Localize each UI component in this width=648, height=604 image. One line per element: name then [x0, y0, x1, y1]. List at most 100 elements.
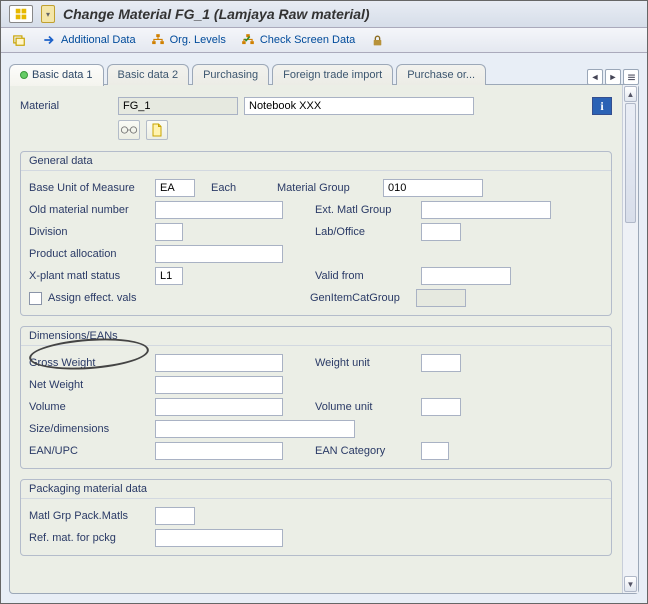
oldmat-field[interactable] [155, 201, 283, 219]
new-window-icon [11, 32, 27, 48]
material-label: Material [20, 100, 112, 112]
gross-label: Gross Weight [29, 357, 149, 369]
eancat-field[interactable] [421, 442, 449, 460]
material-description-field[interactable] [244, 97, 474, 115]
buom-label: Base Unit of Measure [29, 182, 149, 194]
division-label: Division [29, 226, 149, 238]
scroll-content: Material i General data [10, 85, 622, 593]
check-screen-button[interactable]: Check Screen Data [240, 32, 355, 48]
titlebar-dropdown-icon[interactable]: ▾ [41, 5, 55, 23]
packaging-group: Packaging material data Matl Grp Pack.Ma… [20, 479, 612, 556]
sap-window: ▾ Change Material FG_1 (Lamjaya Raw mate… [0, 0, 648, 604]
extmat-field[interactable] [421, 201, 551, 219]
check-screen-label: Check Screen Data [260, 34, 355, 46]
xplant-label: X-plant matl status [29, 270, 149, 282]
refmat-label: Ref. mat. for pckg [29, 532, 149, 544]
tab-purchasing[interactable]: Purchasing [192, 64, 269, 85]
general-data-title: General data [21, 152, 611, 171]
material-field[interactable] [118, 97, 238, 115]
packaging-title: Packaging material data [21, 480, 611, 499]
additional-data-button[interactable]: Additional Data [41, 32, 136, 48]
lock-button[interactable] [369, 32, 385, 48]
org-levels-label: Org. Levels [170, 34, 226, 46]
tab-scroll-left-button[interactable]: ◄ [587, 69, 603, 85]
vunit-field[interactable] [421, 398, 461, 416]
titlebar: ▾ Change Material FG_1 (Lamjaya Raw mate… [1, 1, 647, 28]
scroll-down-button[interactable]: ▼ [624, 576, 637, 592]
tab-basic-data-1[interactable]: Basic data 1 [9, 64, 104, 86]
check-screen-icon [240, 32, 256, 48]
ean-field[interactable] [155, 442, 283, 460]
content-area: Basic data 1 Basic data 2 Purchasing For… [1, 53, 647, 603]
document-button[interactable] [146, 120, 168, 140]
additional-data-label: Additional Data [61, 34, 136, 46]
material-header-row: Material i [20, 95, 612, 117]
tab-label: Purchasing [203, 69, 258, 81]
vertical-scrollbar[interactable]: ▲ ▼ [622, 85, 638, 593]
buom-text: Each [211, 182, 271, 194]
org-levels-button[interactable]: Org. Levels [150, 32, 226, 48]
document-icon [151, 123, 163, 137]
matgroup-field[interactable] [383, 179, 483, 197]
buom-field[interactable] [155, 179, 195, 197]
validfrom-field[interactable] [421, 267, 511, 285]
genitem-label: GenItemCatGroup [310, 292, 410, 304]
tab-purchase-order[interactable]: Purchase or... [396, 64, 486, 85]
net-label: Net Weight [29, 379, 149, 391]
tab-foreign-trade[interactable]: Foreign trade import [272, 64, 393, 85]
tab-panel: Material i General data [9, 84, 639, 594]
tab-label: Basic data 2 [118, 69, 179, 81]
scroll-up-button[interactable]: ▲ [624, 86, 637, 102]
lab-label: Lab/Office [315, 226, 415, 238]
org-levels-icon [150, 32, 166, 48]
extmat-label: Ext. Matl Group [315, 204, 415, 216]
tab-scroll-controls: ◄ ► [587, 69, 639, 85]
tab-list-button[interactable] [623, 69, 639, 85]
validfrom-label: Valid from [315, 270, 415, 282]
lab-field[interactable] [421, 223, 461, 241]
material-buttons-row [20, 119, 612, 141]
vol-field[interactable] [155, 398, 283, 416]
general-data-group: General data Base Unit of Measure Each M… [20, 151, 612, 316]
eancat-label: EAN Category [315, 445, 415, 457]
xplant-field[interactable] [155, 267, 183, 285]
matlgrp-field[interactable] [155, 507, 195, 525]
prodalloc-label: Product allocation [29, 248, 149, 260]
scroll-thumb[interactable] [625, 103, 636, 223]
toolbar: Additional Data Org. Levels Check Screen… [1, 28, 647, 53]
arrow-right-icon [41, 32, 57, 48]
info-button[interactable]: i [592, 97, 612, 115]
tab-scroll-right-button[interactable]: ► [605, 69, 621, 85]
assign-label: Assign effect. vals [48, 292, 150, 304]
matgroup-label: Material Group [277, 182, 377, 194]
genitem-field[interactable] [416, 289, 466, 307]
new-window-button[interactable] [11, 32, 27, 48]
net-field[interactable] [155, 376, 283, 394]
tab-bullet-icon [20, 71, 28, 79]
scroll-track[interactable] [625, 103, 636, 575]
refmat-field[interactable] [155, 529, 283, 547]
tab-basic-data-2[interactable]: Basic data 2 [107, 64, 190, 85]
assign-effect-checkbox[interactable] [29, 292, 42, 305]
prodalloc-field[interactable] [155, 245, 283, 263]
tab-label: Foreign trade import [283, 69, 382, 81]
ean-label: EAN/UPC [29, 445, 149, 457]
app-menu-icon[interactable] [9, 5, 33, 23]
gross-field[interactable] [155, 354, 283, 372]
vol-label: Volume [29, 401, 149, 413]
lock-icon [369, 32, 385, 48]
size-label: Size/dimensions [29, 423, 149, 435]
tabs-row: Basic data 1 Basic data 2 Purchasing For… [9, 63, 639, 85]
dimensions-group: Dimensions/EANs Gross Weight Weight unit… [20, 326, 612, 469]
oldmat-label: Old material number [29, 204, 149, 216]
glasses-icon [120, 124, 138, 136]
wunit-field[interactable] [421, 354, 461, 372]
matlgrp-label: Matl Grp Pack.Matls [29, 510, 149, 522]
display-details-button[interactable] [118, 120, 140, 140]
page-title: Change Material FG_1 (Lamjaya Raw materi… [63, 6, 370, 22]
wunit-label: Weight unit [315, 357, 415, 369]
size-field[interactable] [155, 420, 355, 438]
division-field[interactable] [155, 223, 183, 241]
tab-label: Basic data 1 [32, 69, 93, 81]
dimensions-title: Dimensions/EANs [21, 327, 611, 346]
